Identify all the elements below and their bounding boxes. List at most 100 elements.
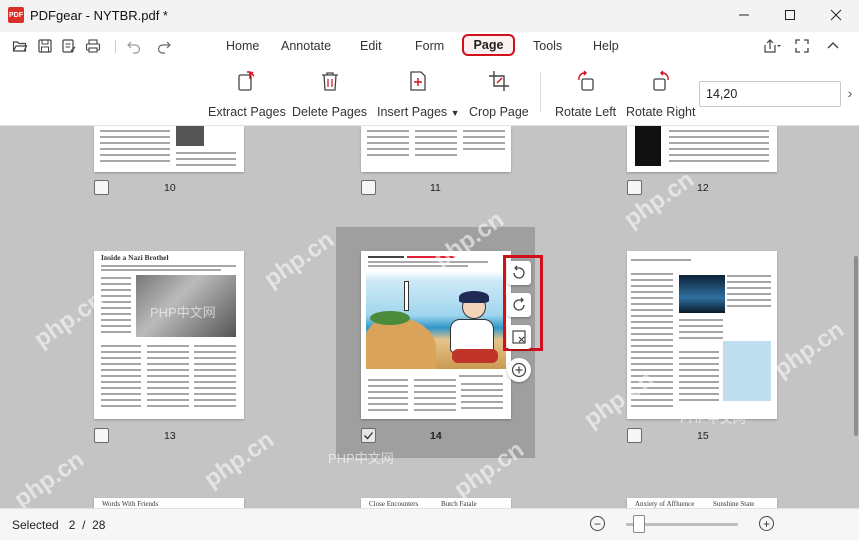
menu-home[interactable]: Home [226, 39, 259, 53]
delete-pages-button[interactable]: Delete Pages [292, 70, 367, 119]
text-line [631, 351, 673, 353]
page-checkbox-10[interactable] [94, 180, 109, 195]
page-thumbnail-10[interactable] [94, 126, 244, 172]
page-thumbnail-11[interactable] [361, 126, 511, 172]
open-folder-icon[interactable] [12, 38, 28, 54]
text-line [368, 385, 408, 387]
save-icon[interactable] [37, 38, 53, 54]
text-line [101, 313, 131, 315]
text-line [101, 345, 141, 347]
text-line [631, 357, 673, 359]
insert-pages-label: Insert Pages ▼ [377, 105, 460, 119]
print-icon[interactable] [85, 38, 101, 54]
text-line [194, 351, 236, 353]
page-checkbox-13[interactable] [94, 428, 109, 443]
rotate-left-icon [575, 70, 597, 97]
ribbon-scroll-right-icon[interactable]: › [843, 75, 857, 111]
thumbnail-workspace[interactable]: 10 11 12 Inside a Nazi Brothel 13 14 15 … [0, 126, 859, 508]
minimize-icon [738, 8, 750, 24]
zoom-out-button[interactable]: − [590, 516, 605, 531]
page-checkbox-15[interactable] [627, 428, 642, 443]
text-line [727, 299, 771, 301]
page-thumbnail-12[interactable] [627, 126, 777, 172]
text-line [414, 385, 456, 387]
page-checkbox-14[interactable] [361, 428, 376, 443]
page-thumbnail-18[interactable]: Anxiety of Affluence Sunshine State [627, 498, 777, 508]
page-rotate-right-button[interactable] [507, 293, 531, 317]
text-line [194, 399, 236, 401]
text-line [631, 279, 673, 281]
page-rotate-left-button[interactable] [507, 261, 531, 285]
ribbon-separator [540, 72, 541, 112]
insert-pages-button[interactable]: Insert Pages ▼ [377, 70, 460, 119]
page-number-14: 14 [430, 430, 442, 442]
page-delete-button[interactable] [507, 325, 531, 349]
text-line [368, 409, 408, 411]
text-line [415, 130, 457, 132]
menu-page[interactable]: Page [462, 34, 515, 56]
menu-tools[interactable]: Tools [533, 39, 562, 53]
extract-pages-icon [236, 70, 258, 97]
text-line [147, 387, 189, 389]
total-pages: 28 [92, 518, 106, 532]
page-range-input[interactable] [699, 81, 841, 107]
vertical-scrollbar[interactable] [854, 256, 858, 436]
collapse-ribbon-icon[interactable] [825, 38, 841, 54]
quick-access-separator [115, 40, 116, 53]
plus-icon: + [762, 516, 770, 531]
text-line [368, 379, 408, 381]
menu-form[interactable]: Form [415, 39, 444, 53]
text-line [367, 136, 409, 138]
rotate-left-button[interactable]: Rotate Left [555, 70, 616, 119]
page-thumbnail-13[interactable]: Inside a Nazi Brothel [94, 251, 244, 419]
share-icon[interactable] [761, 38, 783, 54]
text-line [679, 381, 719, 383]
minimize-button[interactable] [724, 4, 764, 28]
text-line [101, 269, 221, 271]
menu-edit[interactable]: Edit [360, 39, 382, 53]
menu-annotate[interactable]: Annotate [281, 39, 331, 53]
pdfgear-logo: PDF [8, 7, 24, 23]
text-line [368, 265, 468, 267]
text-line [631, 303, 673, 305]
text-line [101, 405, 141, 407]
page-thumbnail-17[interactable]: Close Encounters Butch Fatale [361, 498, 511, 508]
rotate-right-icon [650, 70, 672, 97]
close-button[interactable] [816, 4, 856, 28]
checkmark-icon [364, 432, 373, 440]
fullscreen-icon[interactable] [794, 38, 810, 54]
crop-page-button[interactable]: Crop Page [469, 70, 529, 119]
trees-shape [370, 311, 410, 325]
page-thumbnail-16[interactable]: Words With Friends [94, 498, 244, 508]
text-line [631, 291, 673, 293]
text-line [727, 293, 771, 295]
text-line [631, 297, 673, 299]
extract-pages-button[interactable]: Extract Pages [208, 70, 286, 119]
text-line [631, 369, 673, 371]
text-line [679, 363, 719, 365]
menu-help[interactable]: Help [593, 39, 619, 53]
page-checkbox-12[interactable] [627, 180, 642, 195]
text-line [367, 130, 409, 132]
text-line [194, 375, 236, 377]
lighthouse-shape [404, 281, 409, 311]
page-checkbox-11[interactable] [361, 180, 376, 195]
zoom-slider-thumb[interactable] [633, 515, 645, 533]
page-thumbnail-14[interactable] [361, 251, 511, 419]
rotate-right-button[interactable]: Rotate Right [626, 70, 695, 119]
text-line [100, 136, 170, 138]
page-thumbnail-15[interactable] [627, 251, 777, 419]
minus-icon: − [593, 516, 601, 531]
redo-icon[interactable] [156, 38, 172, 54]
save-as-icon[interactable] [61, 38, 77, 54]
text-line [194, 369, 236, 371]
zoom-in-button[interactable]: + [759, 516, 774, 531]
text-line [407, 256, 455, 258]
text-line [463, 148, 505, 150]
text-line [101, 375, 141, 377]
status-bar: Selected 2 / 28 − + [0, 508, 859, 540]
illustration-image [366, 271, 506, 369]
page-insert-button[interactable] [507, 358, 531, 382]
maximize-button[interactable] [770, 4, 810, 28]
undo-icon[interactable] [126, 38, 142, 54]
